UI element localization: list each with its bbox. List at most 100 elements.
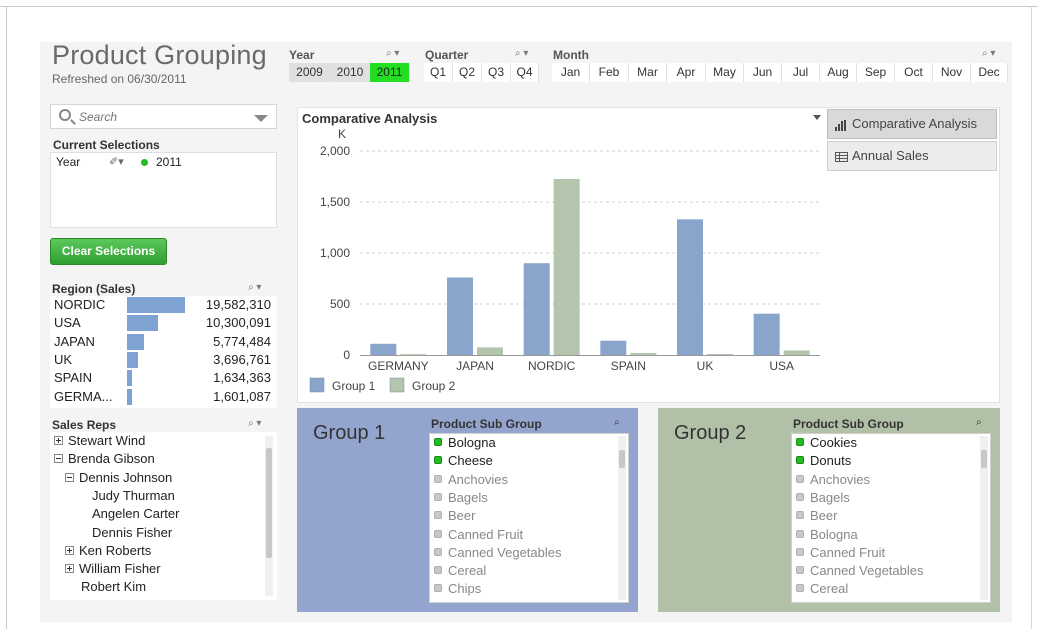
region-row[interactable]: UK 3,696,761	[50, 351, 277, 369]
sales-rep-item[interactable]: Angelen Carter	[92, 506, 179, 521]
expand-icon[interactable]	[54, 436, 63, 445]
bar-group-1-japan[interactable]	[447, 277, 473, 355]
product-list-item[interactable]: Bologna	[796, 527, 858, 542]
bar-group-1-nordic[interactable]	[523, 263, 550, 355]
product-name: Canned Vegetables	[810, 563, 924, 579]
product-list-item[interactable]: Bagels	[796, 490, 850, 505]
bar-group-1-uk[interactable]	[677, 219, 703, 355]
product-list-item[interactable]: Beer	[796, 508, 837, 523]
month-filter-label: Month	[553, 48, 589, 62]
bar-group-2-usa[interactable]	[783, 350, 810, 355]
quarter-chip-q2[interactable]: Q2	[453, 63, 482, 82]
sales-reps-scroll-thumb[interactable]	[266, 448, 272, 558]
search-input[interactable]	[79, 109, 249, 125]
month-chip-jul[interactable]: Jul	[782, 63, 820, 82]
expand-icon[interactable]	[65, 564, 74, 574]
quarter-chip-q4[interactable]: Q4	[511, 63, 539, 82]
group2-scroll-thumb[interactable]	[981, 450, 987, 468]
bar-group-1-usa[interactable]	[753, 313, 780, 355]
product-list-item[interactable]: Cereal	[434, 563, 486, 578]
tab-annual-sales[interactable]: Annual Sales	[827, 141, 997, 171]
current-selection-field: Year	[56, 155, 81, 169]
bar-group-2-germany[interactable]	[400, 354, 427, 356]
collapse-icon[interactable]	[54, 454, 63, 464]
month-chip-feb[interactable]: Feb	[590, 63, 629, 82]
group1-scrollbar[interactable]	[618, 436, 626, 600]
x-tick-label: NORDIC	[528, 359, 576, 373]
product-list-item[interactable]: Canned Vegetables	[434, 545, 561, 560]
eraser-icon[interactable]: ✐▾	[109, 155, 124, 168]
month-chip-dec[interactable]: Dec	[971, 63, 1008, 82]
bar-group-2-japan[interactable]	[477, 347, 503, 355]
sales-reps-scrollbar[interactable]	[265, 436, 273, 596]
expand-icon[interactable]	[65, 545, 74, 555]
group2-scrollbar[interactable]	[980, 436, 988, 600]
group1-scroll-thumb[interactable]	[619, 450, 625, 468]
region-row[interactable]: NORDIC 19,582,310	[50, 296, 277, 314]
product-list-item[interactable]: Anchovies	[796, 472, 870, 487]
legend-swatch	[309, 377, 325, 393]
year-chip-2010[interactable]: 2010	[331, 63, 370, 82]
quarter-filter-tools-icon[interactable]: ⌕ ▾	[515, 48, 528, 59]
collapse-icon[interactable]	[65, 472, 74, 482]
product-name: Cookies	[810, 435, 857, 450]
sales-reps-search-icon[interactable]: ⌕ ▾	[248, 418, 261, 429]
sales-rep-item[interactable]: Stewart Wind	[54, 433, 145, 448]
product-list-item[interactable]: Canned Fruit	[434, 527, 523, 542]
sales-rep-item[interactable]: Dennis Fisher	[92, 525, 172, 540]
month-chip-apr[interactable]: Apr	[667, 63, 706, 82]
product-list-item[interactable]: Bagels	[434, 490, 488, 505]
sales-rep-item[interactable]: William Fisher	[65, 561, 161, 576]
sales-rep-name: Dennis Fisher	[92, 524, 173, 540]
unselected-indicator-icon	[796, 547, 804, 556]
bar-group-2-nordic[interactable]	[553, 179, 580, 355]
region-row[interactable]: SPAIN 1,634,363	[50, 369, 277, 387]
region-row[interactable]: JAPAN 5,774,484	[50, 333, 277, 351]
product-list-item[interactable]: Chips	[434, 581, 481, 596]
sales-rep-item[interactable]: Judy Thurman	[92, 488, 175, 503]
region-search-icon[interactable]: ⌕ ▾	[248, 282, 261, 293]
month-chip-nov[interactable]: Nov	[933, 63, 971, 82]
group2-search-icon[interactable]: ⌕	[976, 417, 982, 428]
month-chip-jan[interactable]: Jan	[552, 63, 590, 82]
product-list-item[interactable]: Canned Vegetables	[796, 563, 923, 578]
month-chip-may[interactable]: May	[706, 63, 744, 82]
bar-group-1-spain[interactable]	[600, 340, 627, 355]
bar-group-2-spain[interactable]	[630, 352, 657, 355]
product-list-item[interactable]: Cheese	[434, 453, 493, 468]
region-row[interactable]: USA 10,300,091	[50, 314, 277, 332]
month-chip-jun[interactable]: Jun	[744, 63, 782, 82]
sales-reps-tree: Stewart Wind Brenda Gibson Dennis Johnson J…	[50, 432, 277, 600]
month-filter-tools-icon[interactable]: ⌕ ▾	[982, 48, 995, 59]
month-chip-mar[interactable]: Mar	[629, 63, 667, 82]
year-chip-2011[interactable]: 2011	[370, 63, 410, 82]
month-chip-sep[interactable]: Sep	[857, 63, 895, 82]
product-list-item[interactable]: Cereal	[796, 581, 848, 596]
sales-rep-item[interactable]: Robert Kim	[81, 579, 146, 594]
bar-group-1-germany[interactable]	[370, 343, 397, 355]
product-list-item[interactable]: Donuts	[796, 453, 851, 468]
tab-annual-sales-label: Annual Sales	[852, 148, 929, 163]
bar-group-2-uk[interactable]	[707, 353, 733, 355]
clear-selections-button[interactable]: Clear Selections	[50, 238, 167, 265]
group1-search-icon[interactable]: ⌕	[614, 417, 620, 428]
product-list-item[interactable]: Canned Fruit	[796, 545, 885, 560]
month-chip-oct[interactable]: Oct	[895, 63, 933, 82]
quarter-chip-q1[interactable]: Q1	[424, 63, 453, 82]
sales-rep-item[interactable]: Dennis Johnson	[65, 470, 172, 485]
search-dropdown-icon[interactable]	[254, 115, 268, 122]
region-row[interactable]: GERMA... 1,601,087	[50, 388, 277, 406]
region-bar	[127, 315, 158, 332]
year-filter-tools-icon[interactable]: ⌕ ▾	[386, 48, 399, 59]
product-list-item[interactable]: Bologna	[434, 435, 496, 450]
sales-rep-item[interactable]: Brenda Gibson	[54, 451, 155, 466]
quarter-chip-q3[interactable]: Q3	[482, 63, 511, 82]
year-chip-2009[interactable]: 2009	[289, 63, 331, 82]
product-list-item[interactable]: Anchovies	[434, 472, 508, 487]
product-list-item[interactable]: Cookies	[796, 435, 857, 450]
sales-rep-item[interactable]: Ken Roberts	[65, 543, 151, 558]
selected-indicator-icon	[796, 456, 804, 465]
month-chip-aug[interactable]: Aug	[820, 63, 857, 82]
product-list-item[interactable]: Beer	[434, 508, 475, 523]
tab-comparative-analysis[interactable]: Comparative Analysis	[827, 109, 997, 139]
